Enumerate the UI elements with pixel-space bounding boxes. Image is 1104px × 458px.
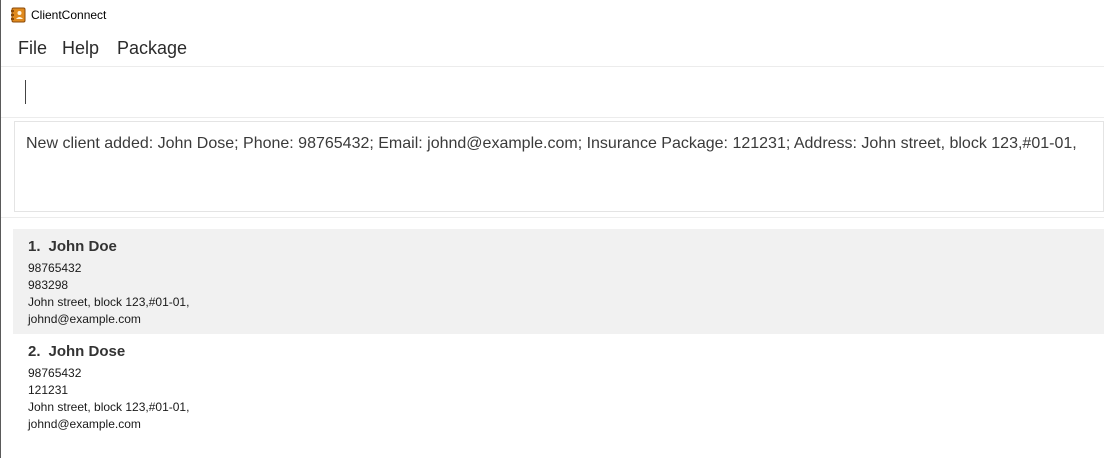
client-header: 2. John Dose (28, 343, 125, 360)
client-address: John street, block 123,#01-01, (28, 400, 190, 414)
client-phone: 98765432 (28, 261, 82, 275)
text-caret (25, 80, 26, 104)
client-card[interactable]: 2. John Dose 98765432 121231 John street,… (13, 334, 1104, 439)
window-title: ClientConnect (31, 8, 107, 22)
client-address: John street, block 123,#01-01, (28, 295, 190, 309)
address-book-icon (11, 7, 26, 23)
divider (1, 117, 1104, 118)
menu-package[interactable]: Package (117, 38, 187, 59)
client-name: John Dose (48, 343, 126, 360)
result-message: New client added: John Dose; Phone: 9876… (26, 135, 1077, 152)
menu-help[interactable]: Help (62, 38, 99, 59)
app-window: ClientConnect File Help Package New clie… (0, 0, 1104, 458)
command-input[interactable] (14, 70, 1104, 114)
title-bar[interactable]: ClientConnect (1, 0, 1104, 30)
client-header: 1. John Doe (28, 238, 117, 255)
client-card[interactable]: 1. John Doe 98765432 983298 John street, … (13, 229, 1104, 334)
client-email: johnd@example.com (28, 312, 141, 326)
result-display[interactable]: New client added: John Dose; Phone: 9876… (14, 121, 1104, 212)
client-package: 983298 (28, 278, 69, 292)
divider (1, 217, 1104, 218)
client-email: johnd@example.com (28, 417, 141, 431)
client-index: 1. (28, 238, 41, 255)
client-index: 2. (28, 343, 41, 360)
divider (1, 66, 1104, 67)
client-list[interactable]: 1. John Doe 98765432 983298 John street, … (13, 229, 1104, 458)
client-phone: 98765432 (28, 366, 82, 380)
client-name: John Doe (48, 238, 117, 255)
client-package: 121231 (28, 383, 69, 397)
menu-file[interactable]: File (18, 38, 47, 59)
menu-bar: File Help Package (1, 32, 1104, 66)
